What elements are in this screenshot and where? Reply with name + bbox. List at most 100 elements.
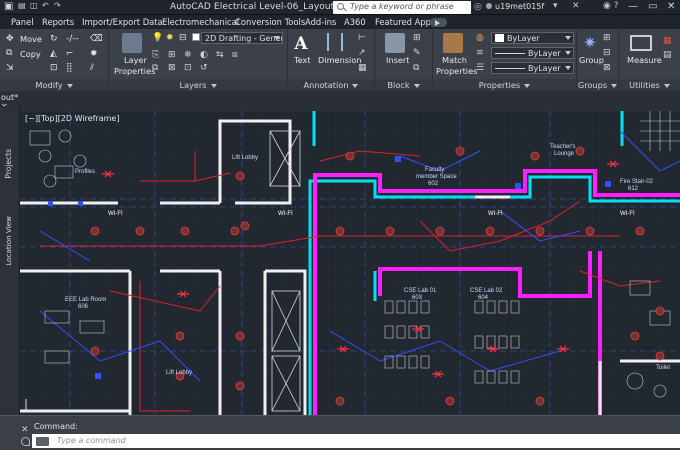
tab-overflow-icon[interactable]: [430, 18, 447, 27]
document-tab[interactable]: out* ✕: [0, 91, 22, 111]
sun-icon[interactable]: ✹: [166, 33, 174, 43]
label-faculty-num: 602: [428, 181, 439, 187]
tab-add-ins[interactable]: Add-ins: [305, 17, 336, 27]
chevron-down-icon: [274, 36, 280, 40]
label-cse-lab-1: CSE Lab 01: [404, 288, 437, 294]
layer-color-swatch[interactable]: [192, 33, 200, 41]
edit-attributes-icon[interactable]: ⧉: [413, 63, 419, 73]
text-button[interactable]: Text: [294, 55, 311, 65]
tab-reports[interactable]: Reports: [42, 17, 74, 27]
panel-modify[interactable]: Modify: [0, 79, 108, 91]
layer-unlock-icon[interactable]: ⊡: [184, 63, 192, 73]
scale-icon[interactable]: ⊡: [50, 63, 58, 73]
offset-icon[interactable]: ⫽: [90, 63, 94, 73]
move-button[interactable]: Move: [20, 34, 42, 44]
minimize-icon[interactable]: —: [628, 1, 638, 12]
mirror-icon[interactable]: ◭: [50, 49, 57, 59]
match-properties-button-line2[interactable]: Properties: [436, 66, 477, 76]
layer-freeze-icon[interactable]: ❄: [184, 50, 192, 60]
panel-properties[interactable]: Properties: [433, 79, 576, 91]
dimension-button[interactable]: Dimension: [318, 55, 362, 65]
layer-isolate-icon[interactable]: ⊞: [168, 50, 176, 60]
measure-button[interactable]: Measure: [627, 55, 662, 65]
ribbon-tabs: Panel Reports Import/Export Data Electro…: [0, 15, 680, 30]
user-account[interactable]: u19met015f: [486, 2, 544, 11]
panel-groups[interactable]: Groups: [577, 79, 618, 91]
close-icon[interactable]: ✕: [667, 1, 675, 12]
layer-walk-icon[interactable]: ⧈: [232, 50, 238, 60]
maximize-icon[interactable]: ▭: [648, 1, 657, 12]
group-edit-icon[interactable]: ⊟: [603, 48, 611, 58]
panel-utilities[interactable]: Utilities: [619, 79, 680, 91]
projects-tab[interactable]: Projects: [4, 149, 13, 179]
floor-plan-drawing: Lift Lobby Lift Lobby Faculty member Spa…: [20, 111, 680, 415]
lock-icon[interactable]: ⊟: [179, 33, 187, 43]
chevron-down-icon: [565, 66, 571, 70]
app-menu-icon[interactable]: ▣: [4, 1, 13, 12]
tab-featured-apps[interactable]: Featured Apps: [375, 17, 435, 27]
command-input[interactable]: Type a command: [32, 434, 680, 448]
edit-block-icon[interactable]: ✎: [413, 48, 421, 58]
tab-import-export-data[interactable]: Import/Export Data: [82, 17, 163, 27]
user-icon: [486, 3, 492, 9]
leader-icon[interactable]: ↗: [358, 48, 366, 58]
color-dropdown[interactable]: ByLayer: [491, 32, 574, 44]
quick-access-save-icon[interactable]: ◫: [30, 1, 38, 10]
panel-annotation[interactable]: Annotation: [288, 79, 374, 91]
layer-tool-icon[interactable]: ⎘: [152, 50, 159, 60]
quick-access-redo-icon[interactable]: ↷: [54, 1, 61, 10]
exchange-icon[interactable]: ✕: [572, 1, 583, 12]
stretch-icon[interactable]: ⇲: [6, 63, 14, 73]
linear-dim-icon[interactable]: ⊢: [358, 33, 366, 43]
linetype-dropdown[interactable]: ByLayer: [491, 62, 574, 74]
quick-select-icon[interactable]: ▤: [663, 50, 672, 60]
tab-a360[interactable]: A360: [344, 17, 366, 27]
layer-off-icon[interactable]: ◐: [200, 50, 208, 60]
binoculars-icon[interactable]: ◎: [474, 2, 485, 13]
label-lift-lobby-2: Lift Lobby: [166, 370, 192, 376]
label-fire-stair: Fire Stair-02: [620, 179, 654, 185]
panel-layers[interactable]: Layers: [109, 79, 287, 91]
command-prompt-icon[interactable]: [36, 437, 49, 446]
layer-properties-button[interactable]: Layer: [124, 55, 147, 65]
tab-conversion-tools[interactable]: Conversion Tools: [235, 17, 305, 27]
rotate-icon[interactable]: ↻: [50, 34, 58, 44]
erase-icon[interactable]: ⌫: [90, 34, 103, 44]
label-wifi-3: WI-FI: [488, 211, 503, 217]
copy-button[interactable]: Copy: [20, 49, 41, 59]
viewport-controls[interactable]: [−][Top][2D Wireframe]: [25, 114, 119, 123]
layer-match-icon[interactable]: ⇆: [216, 50, 224, 60]
lineweight-dropdown[interactable]: ByLayer: [491, 47, 574, 59]
customize-command-icon[interactable]: [21, 437, 30, 446]
insert-button[interactable]: Insert: [386, 55, 409, 65]
explode-icon[interactable]: ✹: [90, 49, 98, 59]
drawing-viewport[interactable]: Lift Lobby Lift Lobby Faculty member Spa…: [20, 110, 680, 415]
quick-access-undo-icon[interactable]: ↶: [42, 1, 49, 10]
layer-lock-icon[interactable]: ⊠: [168, 63, 176, 73]
ungroup-icon[interactable]: ⊞: [603, 33, 611, 43]
fillet-icon[interactable]: ⌐: [66, 49, 74, 59]
lightbulb-icon[interactable]: 💡: [152, 33, 163, 43]
help-icon[interactable]: ◉ ?: [603, 1, 619, 11]
group-select-icon[interactable]: ⊠: [603, 63, 611, 73]
insert-icon: [385, 33, 405, 53]
match-properties-button[interactable]: Match: [442, 55, 467, 65]
panel-block[interactable]: Block: [375, 79, 432, 91]
current-layer-dropdown[interactable]: 2D Drafting - Genera: [201, 32, 283, 44]
tab-electromechanical[interactable]: Electromechanical: [162, 17, 239, 27]
tab-panel[interactable]: Panel: [11, 17, 34, 27]
store-icon[interactable]: ▾: [553, 1, 558, 11]
help-search-input[interactable]: Type a keyword or phrase: [333, 1, 471, 14]
layer-properties-button-line2[interactable]: Properties: [114, 66, 155, 76]
create-block-icon[interactable]: ⊞: [413, 33, 421, 43]
make-current-icon[interactable]: ⧉: [152, 63, 158, 73]
table-icon[interactable]: ▦: [358, 63, 367, 73]
trim-icon[interactable]: -/--: [66, 34, 79, 44]
quick-access-open-icon[interactable]: ▤: [18, 1, 26, 10]
group-button[interactable]: Group: [579, 55, 604, 65]
array-icon[interactable]: ⣿: [66, 63, 73, 73]
close-command-icon[interactable]: ✕: [21, 425, 29, 435]
calculator-icon[interactable]: ▦: [663, 36, 672, 46]
location-view-tab[interactable]: Location View: [4, 216, 13, 266]
layer-previous-icon[interactable]: ↺: [200, 63, 208, 73]
